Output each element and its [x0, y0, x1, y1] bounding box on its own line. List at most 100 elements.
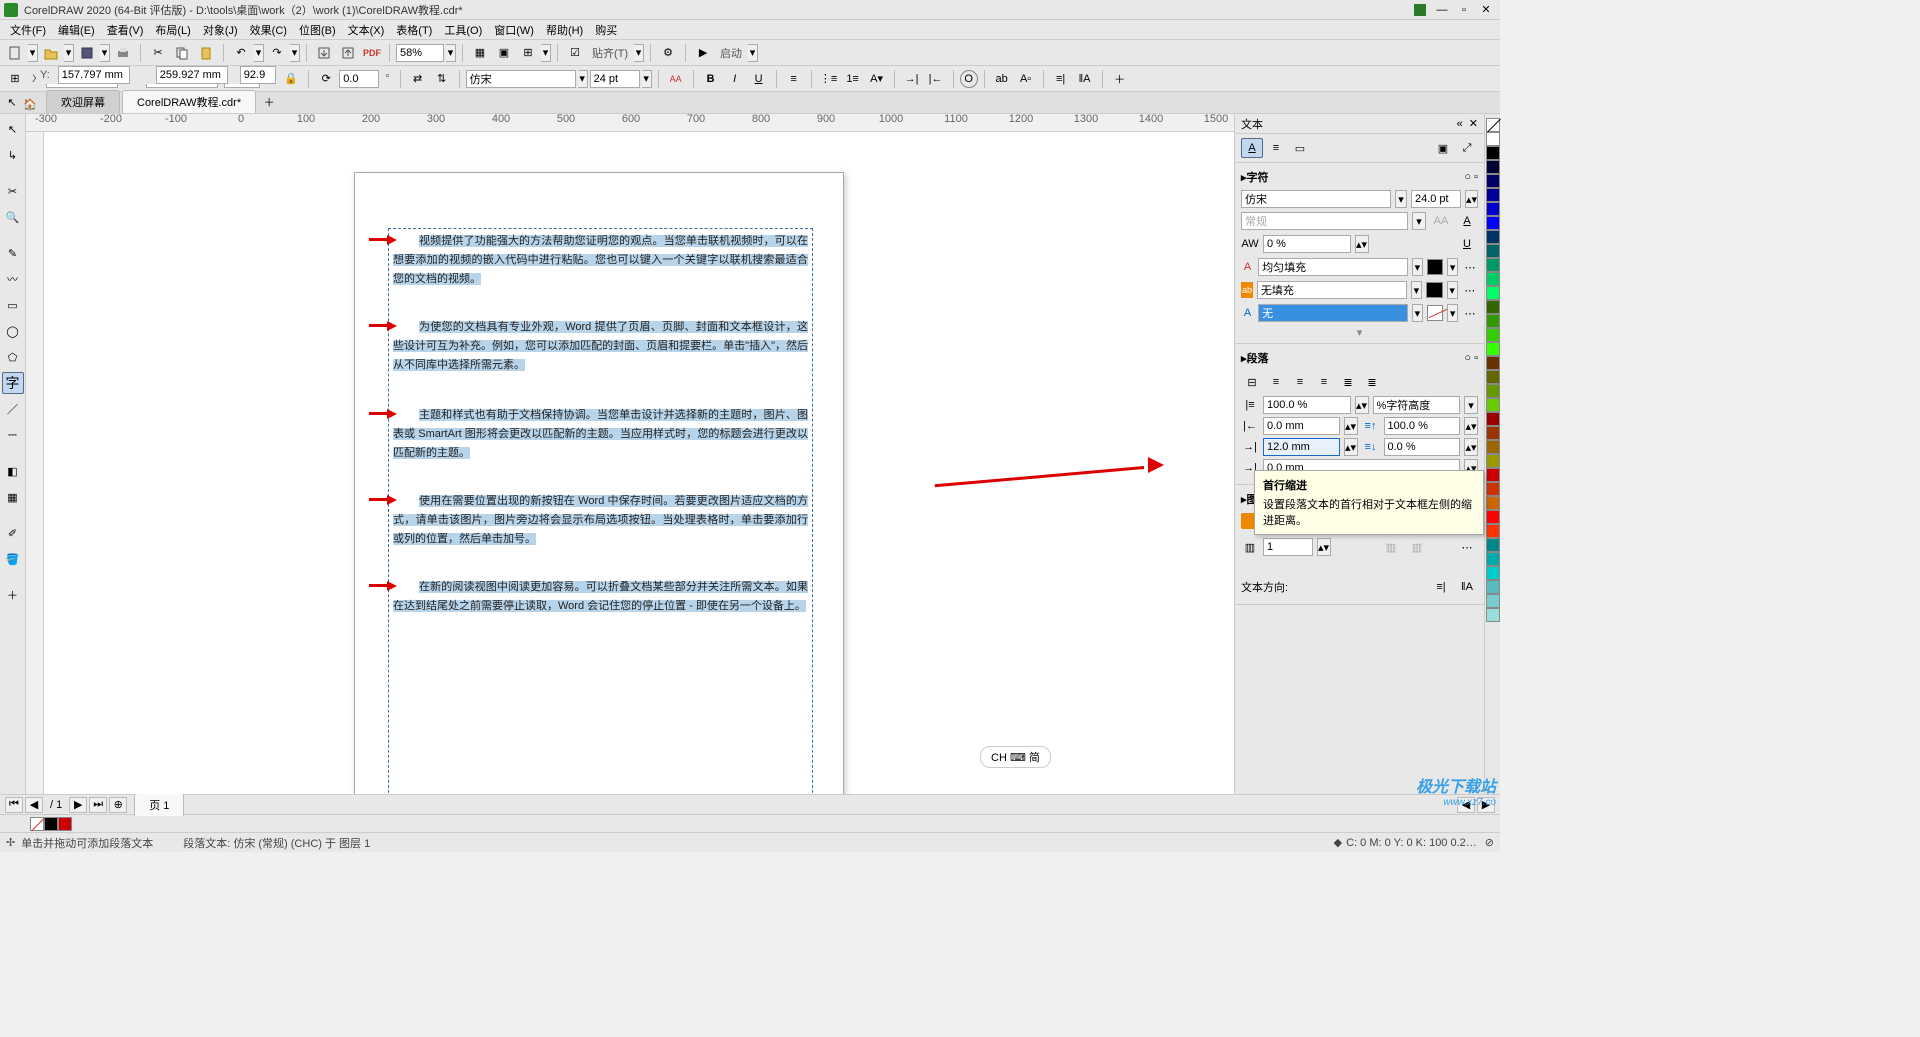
menu-7[interactable]: 文本(X)	[342, 20, 391, 40]
cut-button[interactable]: ✂	[147, 42, 169, 64]
print-button[interactable]	[112, 42, 134, 64]
docker-title-bar[interactable]: 文本 « ✕	[1235, 114, 1484, 134]
paragraph-text-frame[interactable]: 视频提供了功能强大的方法帮助您证明您的观点。当您单击联机视频时，可以在想要添加的…	[388, 228, 813, 794]
palette-swatch[interactable]	[1486, 314, 1500, 328]
align-left-button[interactable]: ≡	[1265, 372, 1287, 392]
bgfill-color-dropdown[interactable]: ▾	[1447, 281, 1458, 299]
eyedropper-tool[interactable]: ✐	[2, 522, 24, 544]
menu-9[interactable]: 工具(O)	[438, 20, 488, 40]
palette-swatch[interactable]	[1486, 370, 1500, 384]
dir-vertical-button[interactable]: ‖A	[1456, 577, 1478, 597]
docker-fontstyle-input[interactable]	[1241, 212, 1408, 230]
before-para-spinner[interactable]: ▴▾	[1464, 417, 1478, 435]
snap-toggle[interactable]: ☑	[564, 42, 586, 64]
palette-swatch[interactable]	[1486, 160, 1500, 174]
snap-dropdown[interactable]: ▾	[634, 44, 644, 62]
palette-swatch[interactable]	[1486, 594, 1500, 608]
docker-kerning-spinner[interactable]: ▴▾	[1355, 235, 1369, 253]
first-line-indent-input[interactable]	[1263, 438, 1340, 456]
palette-swatch[interactable]	[1486, 496, 1500, 510]
palette-swatch[interactable]	[1486, 552, 1500, 566]
palette-swatch[interactable]	[1486, 608, 1500, 622]
paragraph[interactable]: 为使您的文档具有专业外观，Word 提供了页眉、页脚、封面和文本框设计，这些设计…	[393, 317, 808, 384]
italic-button[interactable]: I	[724, 68, 746, 90]
align-none-button[interactable]: ⊟	[1241, 372, 1263, 392]
lock-ratio-button[interactable]: 🔒	[280, 68, 302, 90]
palette-swatch[interactable]	[1486, 328, 1500, 342]
bullet-list-button[interactable]: ⋮≡	[818, 68, 840, 90]
align-force-button[interactable]: ≣	[1361, 372, 1383, 392]
new-doc-button[interactable]	[4, 42, 26, 64]
variable-fonts-button[interactable]: AA	[665, 68, 687, 90]
docker-fill-dropdown[interactable]: ▾	[1412, 258, 1423, 276]
guides-button[interactable]: ⊞	[517, 42, 539, 64]
docker-collapse-icon[interactable]: «	[1457, 118, 1463, 130]
crop-tool[interactable]: ✂	[2, 180, 24, 202]
freehand-tool[interactable]: ✎	[2, 242, 24, 264]
before-para-input[interactable]	[1384, 417, 1461, 435]
palette-swatch[interactable]	[1486, 216, 1500, 230]
docker-outline-dropdown[interactable]: ▾	[1412, 304, 1423, 322]
after-para-spinner[interactable]: ▴▾	[1464, 438, 1478, 456]
menu-12[interactable]: 购买	[589, 20, 623, 40]
redo-dropdown[interactable]: ▾	[290, 44, 300, 62]
new-doc-dropdown[interactable]: ▾	[28, 44, 38, 62]
indent-inc-button[interactable]: →|	[901, 68, 923, 90]
palette-swatch[interactable]	[1486, 468, 1500, 482]
palette-swatch[interactable]	[1486, 510, 1500, 524]
palette-swatch[interactable]	[1486, 272, 1500, 286]
paragraph-text[interactable]: 视频提供了功能强大的方法帮助您证明您的观点。当您单击联机视频时，可以在想要添加的…	[393, 235, 808, 285]
rotation-input[interactable]	[339, 70, 379, 88]
paragraph-text[interactable]: 主题和样式也有助于文档保持协调。当您单击设计并选择新的主题时，图片、图表或 Sm…	[393, 409, 808, 459]
artistic-media-tool[interactable]: 〰	[2, 268, 24, 290]
line-height-spinner[interactable]: ▴▾	[1355, 396, 1369, 414]
menu-6[interactable]: 位图(B)	[293, 20, 342, 40]
align-justify-button[interactable]: ≣	[1337, 372, 1359, 392]
new-tab-button[interactable]: ＋	[258, 91, 280, 113]
char-expand-icon[interactable]: ▾	[1241, 326, 1478, 339]
docker-font-dropdown[interactable]: ▾	[1395, 190, 1407, 208]
paragraph-text[interactable]: 为使您的文档具有专业外观，Word 提供了页眉、页脚、封面和文本框设计，这些设计…	[393, 321, 808, 371]
paragraph[interactable]: 在新的阅读视图中阅读更加容易。可以折叠文档某些部分并关注所需文本。如果在达到结尾…	[393, 577, 808, 625]
text-direction-h-button[interactable]: ≡|	[1050, 68, 1072, 90]
palette-swatch[interactable]	[1486, 426, 1500, 440]
line-height-input[interactable]	[1263, 396, 1351, 414]
no-color-swatch[interactable]	[30, 817, 44, 831]
frame-mode-button[interactable]: ▭	[1289, 138, 1311, 158]
palette-swatch[interactable]	[1486, 174, 1500, 188]
align-horizontal-button[interactable]: ≡	[783, 68, 805, 90]
nav-add-page-button[interactable]: ⊕	[109, 797, 127, 813]
docker-fontsize-input[interactable]	[1411, 190, 1461, 208]
underline-icon[interactable]: U	[1456, 234, 1478, 254]
para-mode-button[interactable]: ≡	[1265, 138, 1287, 158]
fill-color-chip[interactable]	[1427, 259, 1444, 275]
font-size-dropdown[interactable]: ▾	[642, 70, 652, 88]
canvas[interactable]: 视频提供了功能强大的方法帮助您证明您的观点。当您单击联机视频时，可以在想要添加的…	[44, 132, 1234, 794]
fill-tool[interactable]: 🪣	[2, 548, 24, 570]
palette-swatch[interactable]	[1486, 146, 1500, 160]
palette-swatch[interactable]	[1486, 580, 1500, 594]
palette-swatch[interactable]	[1486, 342, 1500, 356]
docker-fill-input[interactable]	[1258, 258, 1408, 276]
paste-button[interactable]	[195, 42, 217, 64]
nav-prev-button[interactable]: ◀	[25, 797, 43, 813]
scale-y-input[interactable]	[240, 66, 276, 84]
paragraph[interactable]: 视频提供了功能强大的方法帮助您证明您的观点。当您单击联机视频时，可以在想要添加的…	[393, 231, 808, 298]
polygon-tool[interactable]: ⬠	[2, 346, 24, 368]
palette-swatch[interactable]	[1486, 524, 1500, 538]
paragraph-section-header[interactable]: ▸ 段落○ ▫	[1241, 348, 1478, 368]
mirror-h-button[interactable]: ⇄	[407, 68, 429, 90]
palette-swatch[interactable]	[1486, 244, 1500, 258]
save-dropdown[interactable]: ▾	[100, 44, 110, 62]
coreldraw-icon[interactable]	[1410, 2, 1430, 18]
palette-swatch[interactable]	[1486, 538, 1500, 552]
docker-fontstyle-dropdown[interactable]: ▾	[1412, 212, 1426, 230]
columns-spinner[interactable]: ▴▾	[1317, 538, 1331, 556]
docker-outline-input[interactable]	[1258, 304, 1408, 322]
grid-button[interactable]: ▣	[493, 42, 515, 64]
shape-tool[interactable]: ↳	[2, 144, 24, 166]
guides-dropdown[interactable]: ▾	[541, 44, 551, 62]
docker-bgfill-input[interactable]	[1257, 281, 1407, 299]
palette-swatch[interactable]	[1486, 202, 1500, 216]
palette-swatch[interactable]	[1486, 258, 1500, 272]
